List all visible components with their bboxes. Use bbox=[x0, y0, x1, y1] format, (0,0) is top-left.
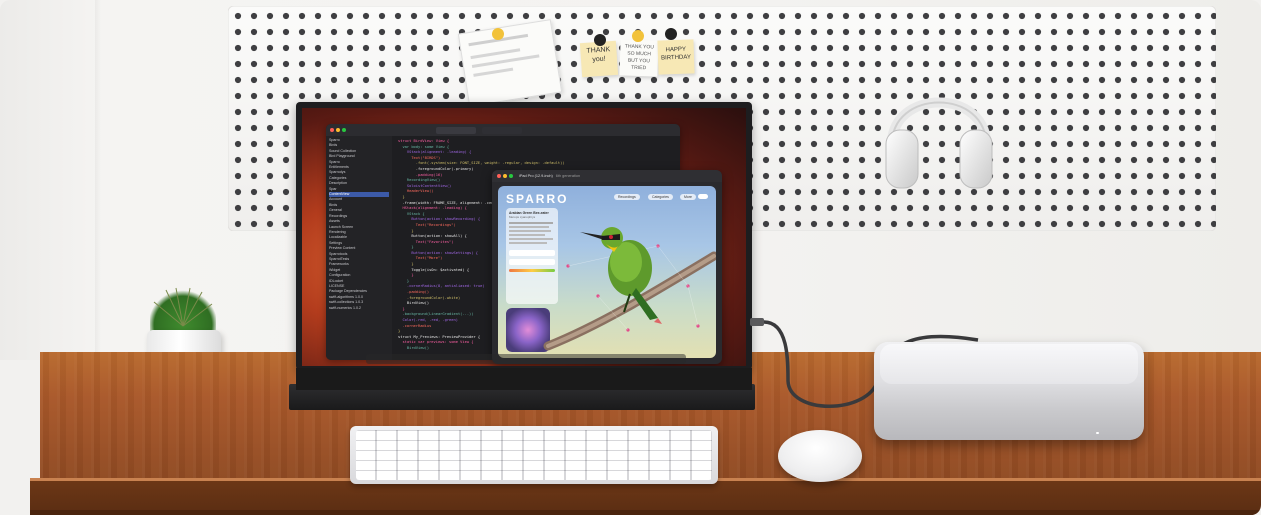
monitor-screen: Sparro Birds Sound Collection Bird Playgrou… bbox=[302, 108, 746, 366]
card-subtitle: Merops cyanophrys bbox=[509, 215, 536, 219]
product-photo-scene: THANK you! THANK YOU SO MUCH BUT YOU TRI… bbox=[0, 0, 1261, 515]
app-title: SPARRO bbox=[506, 192, 569, 206]
minimize-button[interactable] bbox=[336, 128, 340, 132]
pill-recordings[interactable]: Recordings bbox=[614, 194, 640, 200]
wall-corner-shadow bbox=[95, 0, 101, 360]
sticky-note-happy-birthday: HAPPY BIRTHDAY bbox=[657, 39, 695, 75]
keyboard-keys bbox=[356, 430, 712, 480]
xcode-sidebar: Sparro Birds Sound Collection Bird Playgrou… bbox=[326, 136, 392, 360]
paper-note-large bbox=[457, 19, 563, 107]
sim-minimize-button[interactable] bbox=[503, 174, 507, 178]
pin-black-2 bbox=[665, 28, 677, 40]
mac-mini-status-light bbox=[1096, 432, 1099, 434]
sim-close-button[interactable] bbox=[497, 174, 501, 178]
bee-eater-bird bbox=[580, 227, 662, 324]
plant-spikes bbox=[153, 287, 213, 327]
note1-text: THANK you! bbox=[586, 46, 611, 64]
pin-yellow-2 bbox=[632, 30, 644, 42]
mac-mini-top bbox=[880, 344, 1138, 384]
magic-mouse bbox=[778, 430, 862, 482]
sidebar-file-item[interactable]: swift-numerics 1.0.2 bbox=[329, 306, 389, 311]
headphones bbox=[885, 97, 993, 189]
simulator-subtitle: 6th generation bbox=[555, 174, 581, 178]
pin-black-1 bbox=[594, 34, 606, 46]
desk-drawer-line bbox=[30, 510, 1261, 515]
xcode-toolbar bbox=[326, 124, 680, 136]
simulator-window: iPad Pro (12.9-inch) 6th generation SPAR… bbox=[492, 170, 722, 364]
file-navigator: Sparro Birds Sound Collection Bird Playgrou… bbox=[329, 138, 389, 311]
tab-content-view[interactable] bbox=[436, 126, 476, 134]
sim-zoom-button[interactable] bbox=[509, 174, 513, 178]
zoom-button[interactable] bbox=[342, 128, 346, 132]
simulator-titlebar: iPad Pro (12.9-inch) 6th generation bbox=[492, 170, 722, 182]
dock bbox=[366, 354, 686, 364]
pin-yellow bbox=[492, 28, 504, 40]
sticky-note-thank-you: THANK you! bbox=[579, 40, 619, 78]
pill-categories[interactable]: Categories bbox=[648, 194, 673, 200]
pill-more[interactable]: More bbox=[680, 194, 696, 200]
toggle-switch[interactable] bbox=[698, 194, 708, 199]
close-button[interactable] bbox=[330, 128, 334, 132]
tab-other[interactable] bbox=[482, 126, 522, 134]
ipad-screen: SPARRO Recordings Categories More Arabia… bbox=[498, 186, 716, 358]
simulator-title: iPad Pro (12.9-inch) bbox=[519, 174, 553, 178]
sticky-note-thank-you-so-much: THANK YOU SO MUCH BUT YOU TRIED bbox=[619, 39, 659, 77]
monitor-bottom-bar bbox=[296, 368, 752, 390]
note3-text: HAPPY BIRTHDAY bbox=[661, 46, 692, 62]
note2-text: THANK YOU SO MUCH BUT YOU TRIED bbox=[624, 43, 655, 72]
